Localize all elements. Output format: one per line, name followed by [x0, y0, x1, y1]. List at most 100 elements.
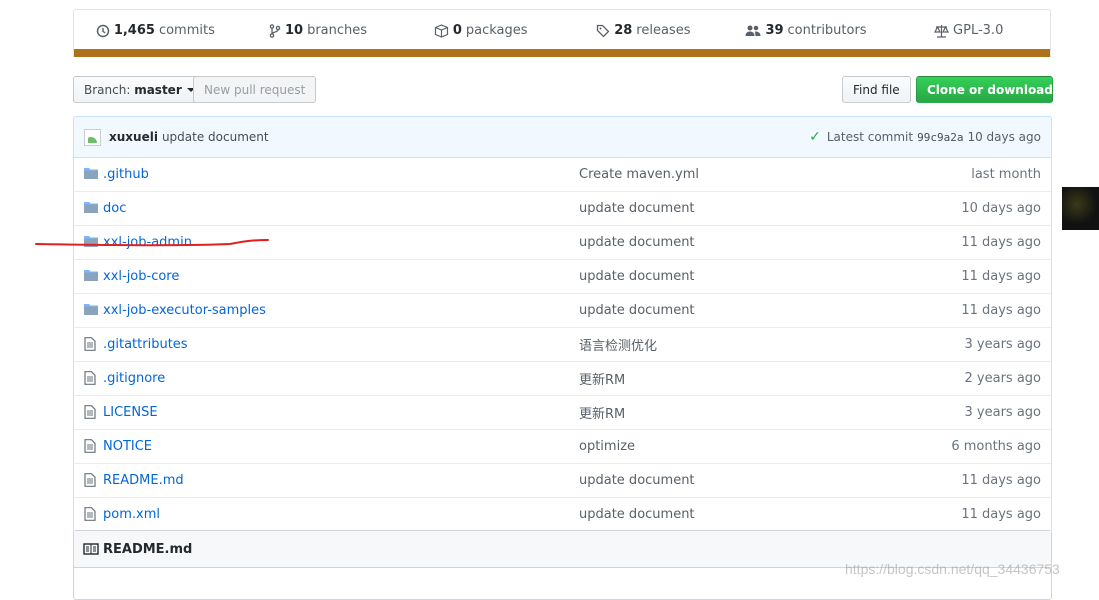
- file-age: 3 years ago: [964, 405, 1041, 420]
- people-icon: [745, 25, 761, 36]
- commits-label: commits: [158, 23, 215, 38]
- folder-icon: [84, 304, 98, 315]
- file-commit-message[interactable]: 语言检测优化: [579, 335, 657, 354]
- tag-icon: [597, 24, 610, 37]
- file-row[interactable]: LICENSE 更新RM 3 years ago: [74, 395, 1051, 429]
- file-icon: [84, 405, 96, 419]
- packages-count: 0: [452, 23, 462, 38]
- file-name-link[interactable]: .github: [103, 167, 149, 182]
- file-icon: [84, 439, 96, 453]
- file-age: 11 days ago: [961, 473, 1041, 488]
- file-age: 6 months ago: [951, 439, 1041, 454]
- file-name-link[interactable]: README.md: [103, 473, 184, 488]
- commit-message[interactable]: update document: [162, 130, 269, 144]
- clone-download-button[interactable]: Clone or download: [916, 76, 1066, 103]
- package-icon: [434, 23, 448, 38]
- file-age: 11 days ago: [961, 303, 1041, 318]
- releases-stat[interactable]: 28 releases: [562, 23, 725, 38]
- folder-icon: [84, 270, 98, 281]
- packages-label: packages: [465, 23, 528, 38]
- repo-summary: 1,465 commits 10 branches 0 packages 28 …: [73, 9, 1051, 57]
- book-icon: [83, 543, 99, 555]
- file-age: last month: [971, 167, 1041, 182]
- file-commit-message[interactable]: update document: [579, 201, 695, 216]
- file-name-link[interactable]: NOTICE: [103, 439, 152, 454]
- folder-icon: [84, 168, 98, 179]
- file-row[interactable]: doc update document 10 days ago: [74, 191, 1051, 225]
- find-file-label: Find file: [853, 82, 900, 97]
- file-name-link[interactable]: .gitattributes: [103, 337, 188, 352]
- latest-commit: ✓ Latest commit 99c9a2a 10 days ago: [809, 117, 1041, 157]
- branch-value: master: [134, 82, 182, 97]
- file-age: 3 years ago: [964, 337, 1041, 352]
- file-commit-message[interactable]: update document: [579, 303, 695, 318]
- releases-label: releases: [636, 23, 691, 38]
- find-file-button[interactable]: Find file: [842, 76, 911, 103]
- file-list: .github Create maven.yml last month doc upda…: [74, 158, 1051, 531]
- file-row[interactable]: pom.xml update document 11 days ago: [74, 497, 1051, 531]
- file-name-link[interactable]: .gitignore: [103, 371, 165, 386]
- new-pull-request-label: New pull request: [204, 82, 306, 97]
- file-row[interactable]: xxl-job-executor-samples update document 1…: [74, 293, 1051, 327]
- commit-author[interactable]: xuxueli: [109, 130, 158, 144]
- file-name-link[interactable]: xxl-job-executor-samples: [103, 303, 266, 318]
- file-name-link[interactable]: doc: [103, 201, 126, 216]
- contributors-label: contributors: [787, 23, 867, 38]
- file-row[interactable]: README.md update document 11 days ago: [74, 463, 1051, 497]
- branch-icon: [269, 23, 281, 38]
- law-icon: [934, 24, 950, 38]
- history-icon: [96, 24, 110, 37]
- file-age: 11 days ago: [961, 269, 1041, 284]
- file-commit-message[interactable]: update document: [579, 507, 695, 522]
- latest-commit-label: Latest commit: [826, 130, 914, 144]
- side-thumbnail[interactable]: [1062, 187, 1099, 230]
- file-icon: [84, 473, 96, 487]
- file-commit-message[interactable]: update document: [579, 269, 695, 284]
- language-bar[interactable]: [74, 49, 1050, 57]
- contributors-stat[interactable]: 39 contributors: [725, 23, 888, 38]
- contributors-count: 39: [765, 23, 784, 38]
- branches-stat[interactable]: 10 branches: [237, 23, 400, 38]
- file-age: 11 days ago: [961, 235, 1041, 250]
- commit-age: 10 days ago: [967, 130, 1041, 144]
- file-age: 11 days ago: [961, 507, 1041, 522]
- avatar[interactable]: [84, 128, 101, 146]
- check-icon[interactable]: ✓: [809, 129, 821, 145]
- commits-stat[interactable]: 1,465 commits: [74, 23, 237, 38]
- branch-label: Branch:: [84, 82, 131, 97]
- commits-count: 1,465: [113, 23, 155, 38]
- file-commit-message[interactable]: update document: [579, 473, 695, 488]
- file-icon: [84, 371, 96, 385]
- file-age: 2 years ago: [964, 371, 1041, 386]
- file-commit-message[interactable]: 更新RM: [579, 403, 625, 422]
- file-name-link[interactable]: LICENSE: [103, 405, 158, 420]
- folder-icon: [84, 202, 98, 213]
- clone-download-label: Clone or download: [927, 82, 1053, 97]
- branch-select-button[interactable]: Branch: master: [73, 76, 206, 103]
- packages-stat[interactable]: 0 packages: [399, 23, 562, 38]
- annotation-underline: [35, 239, 269, 247]
- file-navigation: xuxueli update document ✓ Latest commit …: [73, 116, 1052, 532]
- file-commit-message[interactable]: Create maven.yml: [579, 167, 699, 182]
- file-name-link[interactable]: pom.xml: [103, 507, 160, 522]
- license-stat[interactable]: GPL-3.0: [887, 23, 1050, 38]
- chevron-down-icon: [1057, 87, 1066, 92]
- branches-count: 10: [284, 23, 304, 38]
- file-row[interactable]: .gitignore 更新RM 2 years ago: [74, 361, 1051, 395]
- watermark: https://blog.csdn.net/qq_34436753: [845, 561, 1060, 577]
- releases-count: 28: [614, 23, 633, 38]
- file-row[interactable]: xxl-job-core update document 11 days ago: [74, 259, 1051, 293]
- file-row[interactable]: .gitattributes 语言检测优化 3 years ago: [74, 327, 1051, 361]
- readme-title: README.md: [103, 541, 193, 557]
- commit-tease: xuxueli update document ✓ Latest commit …: [74, 117, 1051, 158]
- file-commit-message[interactable]: 更新RM: [579, 369, 625, 388]
- file-icon: [84, 337, 96, 351]
- file-commit-message[interactable]: optimize: [579, 439, 635, 454]
- new-pull-request-button[interactable]: New pull request: [193, 76, 317, 103]
- file-name-link[interactable]: xxl-job-core: [103, 269, 179, 284]
- file-commit-message[interactable]: update document: [579, 235, 695, 250]
- commit-sha[interactable]: 99c9a2a: [917, 131, 963, 144]
- file-icon: [84, 507, 96, 521]
- file-row[interactable]: NOTICE optimize 6 months ago: [74, 429, 1051, 463]
- file-row[interactable]: .github Create maven.yml last month: [74, 158, 1051, 191]
